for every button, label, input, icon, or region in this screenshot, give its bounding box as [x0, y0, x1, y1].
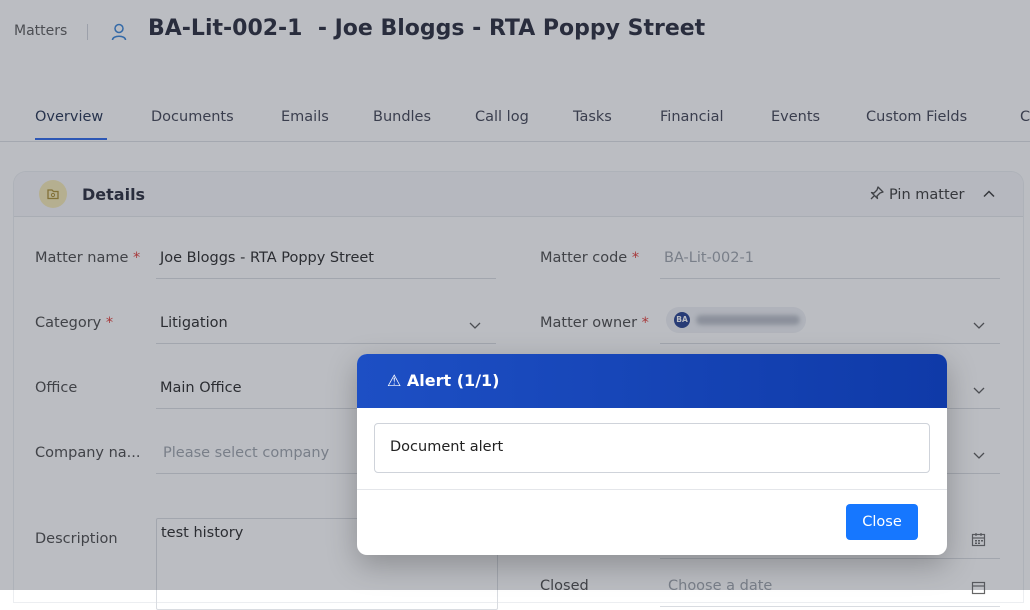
close-button[interactable]: Close — [846, 504, 918, 540]
alert-message-box: Document alert — [374, 423, 930, 473]
alert-dialog-title: ⚠ Alert (1/1) — [387, 371, 500, 390]
alert-dialog: ⚠ Alert (1/1) Document alert Close — [357, 354, 947, 555]
alert-dialog-header: ⚠ Alert (1/1) — [357, 354, 947, 408]
alert-dialog-divider — [357, 489, 947, 490]
alert-message: Document alert — [390, 439, 504, 455]
